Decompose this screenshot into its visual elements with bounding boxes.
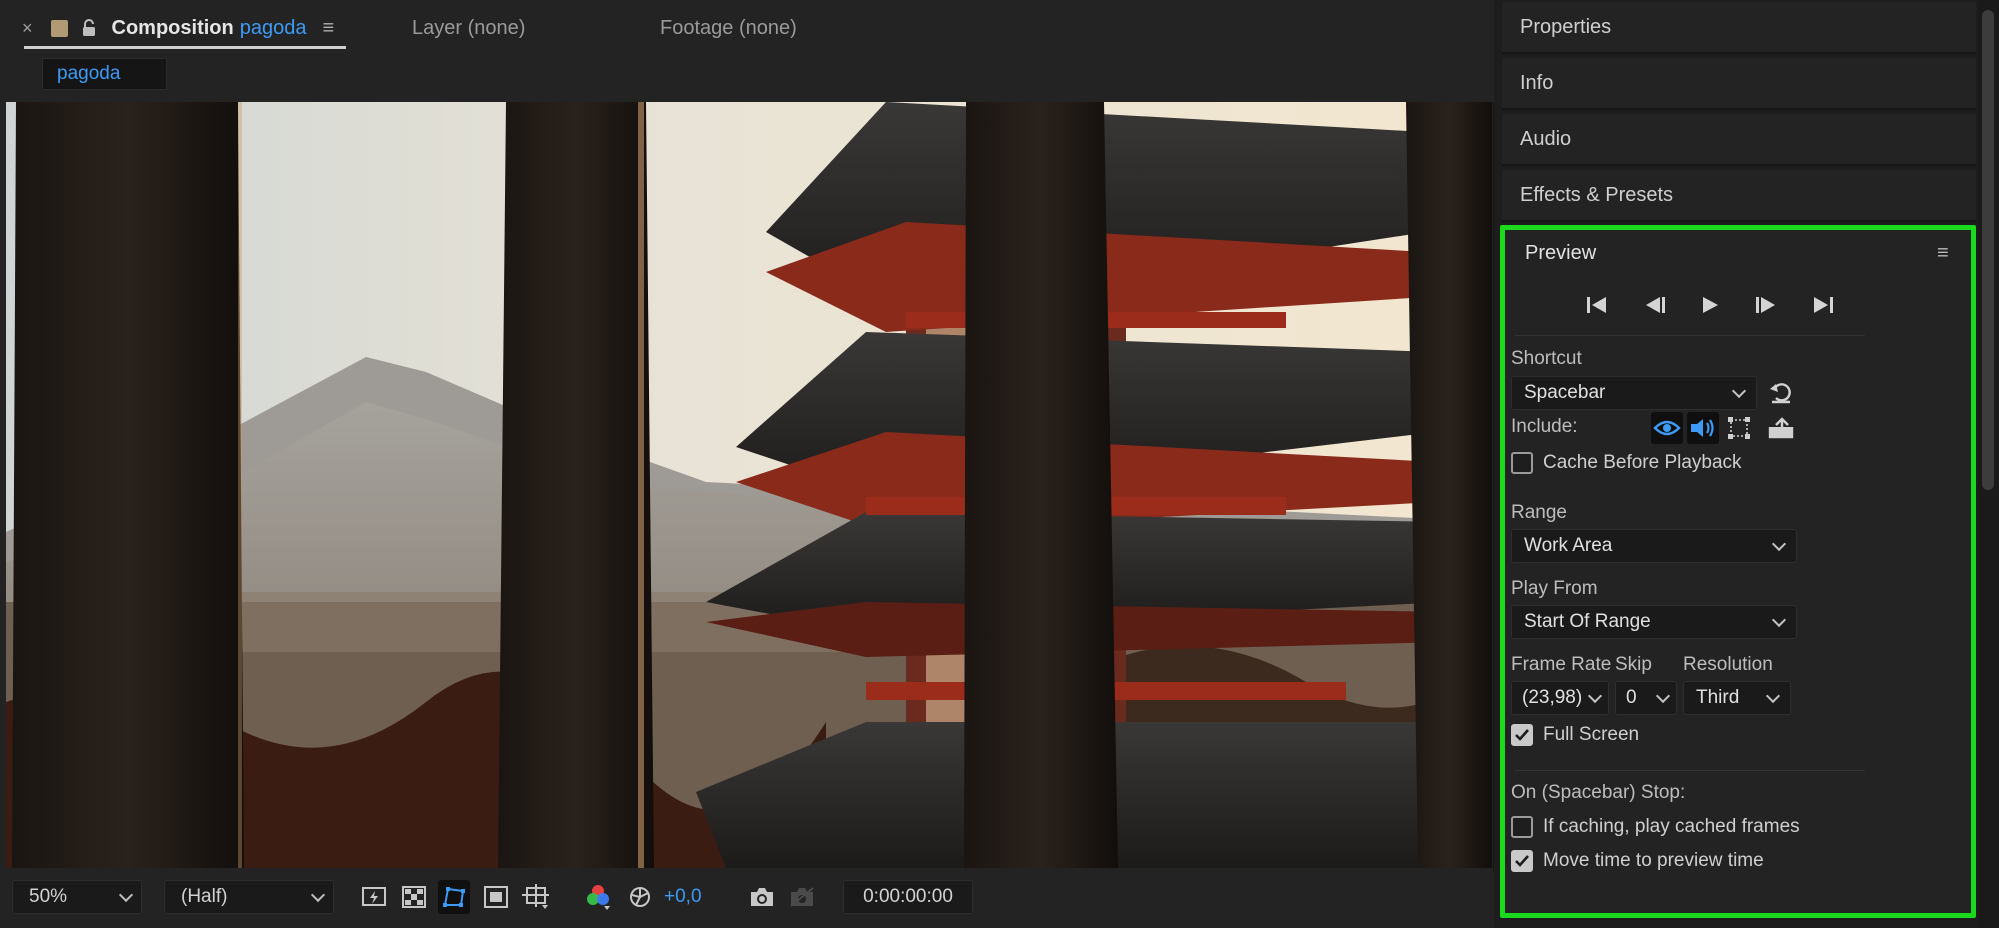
- range-label: Range: [1511, 502, 1567, 523]
- skip-value: 0: [1626, 687, 1637, 708]
- include-overlays-icon[interactable]: [1723, 412, 1755, 444]
- transparency-grid-icon[interactable]: [398, 880, 430, 914]
- chevron-down-icon: [1765, 688, 1781, 703]
- divider: [1515, 335, 1865, 336]
- panel-scrollbar-thumb[interactable]: [1982, 10, 1994, 490]
- zoom-value: 50%: [29, 886, 68, 907]
- after-effects-window: × Composition pagoda ≡ Layer (none) Foota…: [0, 0, 1999, 928]
- current-time-display[interactable]: 0:00:00:00: [843, 880, 973, 914]
- chevron-down-icon: [310, 887, 326, 902]
- checkmark-icon: [1515, 729, 1529, 741]
- lock-icon[interactable]: [82, 19, 96, 37]
- composition-title-prefix: Composition: [111, 16, 234, 39]
- play-from-dropdown[interactable]: Start Of Range: [1511, 605, 1797, 639]
- checkbox-box[interactable]: [1511, 452, 1533, 474]
- resolution-value: (Half): [181, 886, 228, 907]
- right-panel-dock: Properties Info Audio Effects & Presets …: [1498, 0, 1999, 928]
- breadcrumb[interactable]: pagoda: [42, 58, 167, 90]
- composition-panel: × Composition pagoda ≡ Layer (none) Foota…: [0, 0, 1494, 928]
- export-preview-icon[interactable]: [1765, 412, 1797, 444]
- active-tab-underline: [24, 46, 346, 49]
- transport-controls: [1585, 292, 1835, 322]
- fast-previews-icon[interactable]: [358, 880, 390, 914]
- include-label: Include:: [1511, 416, 1578, 437]
- panel-properties[interactable]: Properties: [1502, 2, 1976, 54]
- chevron-down-icon: [118, 887, 134, 902]
- composition-name: pagoda: [239, 16, 307, 39]
- checkbox-box[interactable]: [1511, 816, 1533, 838]
- cache-before-playback-label: Cache Before Playback: [1543, 452, 1742, 473]
- preview-panel: Preview ≡ Shortcut Spacebar Include: Cac…: [1500, 225, 1976, 918]
- panel-effects-presets[interactable]: Effects & Presets: [1502, 170, 1976, 222]
- full-screen-label: Full Screen: [1543, 724, 1640, 745]
- shortcut-dropdown[interactable]: Spacebar: [1511, 376, 1757, 410]
- panel-audio[interactable]: Audio: [1502, 114, 1976, 166]
- grid-guides-icon[interactable]: [520, 880, 552, 914]
- breadcrumb-bar: [0, 56, 1494, 102]
- reset-icon[interactable]: [1765, 377, 1797, 409]
- shortcut-label: Shortcut: [1511, 348, 1582, 369]
- checkbox-box[interactable]: [1511, 724, 1533, 746]
- mask-path-icon[interactable]: [438, 880, 470, 914]
- play-from-label: Play From: [1511, 578, 1598, 599]
- play-icon[interactable]: [1700, 295, 1720, 320]
- frame-rate-label: Frame Rate: [1511, 654, 1612, 675]
- include-video-eye-icon[interactable]: [1651, 412, 1683, 444]
- snapshot-camera-icon[interactable]: [746, 880, 778, 914]
- chevron-down-icon: [1771, 612, 1787, 627]
- range-dropdown[interactable]: Work Area: [1511, 529, 1797, 563]
- close-icon[interactable]: ×: [22, 18, 33, 39]
- next-frame-icon[interactable]: [1754, 295, 1778, 320]
- move-time-label: Move time to preview time: [1543, 850, 1764, 871]
- shortcut-value: Spacebar: [1524, 382, 1606, 403]
- play-from-value: Start Of Range: [1524, 611, 1651, 632]
- panel-menu-icon[interactable]: ≡: [1937, 242, 1949, 265]
- skip-label: Skip: [1615, 654, 1652, 675]
- zoom-dropdown[interactable]: 50%: [12, 880, 142, 914]
- preview-resolution-value: Third: [1696, 687, 1740, 708]
- chevron-down-icon: [1731, 383, 1747, 398]
- frame-rate-dropdown[interactable]: (23,98): [1511, 681, 1609, 715]
- preview-title: Preview: [1525, 242, 1597, 264]
- tab-footage[interactable]: Footage (none): [660, 14, 797, 42]
- skip-dropdown[interactable]: 0: [1615, 681, 1677, 715]
- move-time-checkbox[interactable]: Move time to preview time: [1511, 850, 1764, 872]
- composition-viewer[interactable]: [6, 102, 1492, 868]
- if-caching-checkbox[interactable]: If caching, play cached frames: [1511, 816, 1800, 838]
- reset-exposure-icon[interactable]: [624, 880, 656, 914]
- channel-rgb-icon[interactable]: [582, 880, 614, 914]
- range-value: Work Area: [1524, 535, 1613, 556]
- chevron-down-icon: [1587, 688, 1603, 703]
- frame-rate-value: (23,98): [1522, 687, 1583, 708]
- previous-frame-icon[interactable]: [1643, 295, 1667, 320]
- tab-composition[interactable]: × Composition pagoda ≡: [22, 14, 334, 42]
- full-screen-checkbox[interactable]: Full Screen: [1511, 724, 1639, 746]
- checkmark-icon: [1515, 855, 1529, 867]
- if-caching-label: If caching, play cached frames: [1543, 816, 1800, 837]
- tab-layer[interactable]: Layer (none): [412, 14, 525, 42]
- panel-menu-icon[interactable]: ≡: [322, 17, 334, 40]
- on-stop-label: On (Spacebar) Stop:: [1511, 782, 1686, 803]
- show-snapshot-icon[interactable]: [786, 880, 818, 914]
- first-frame-icon[interactable]: [1585, 295, 1609, 320]
- composition-title: Composition pagoda: [112, 17, 307, 40]
- chevron-down-icon: [1655, 688, 1671, 703]
- resolution-dropdown[interactable]: (Half): [164, 880, 334, 914]
- pagoda-photo: [6, 102, 1492, 868]
- divider: [1515, 770, 1865, 771]
- comp-color-swatch: [50, 19, 68, 37]
- chevron-down-icon: [1771, 536, 1787, 551]
- checkbox-box[interactable]: [1511, 850, 1533, 872]
- region-of-interest-icon[interactable]: [480, 880, 512, 914]
- last-frame-icon[interactable]: [1811, 295, 1835, 320]
- panel-info[interactable]: Info: [1502, 58, 1976, 110]
- resolution-label: Resolution: [1683, 654, 1773, 675]
- exposure-value[interactable]: +0,0: [664, 886, 702, 908]
- include-audio-speaker-icon[interactable]: [1687, 412, 1719, 444]
- preview-resolution-dropdown[interactable]: Third: [1683, 681, 1791, 715]
- cache-before-playback-checkbox[interactable]: Cache Before Playback: [1511, 452, 1742, 474]
